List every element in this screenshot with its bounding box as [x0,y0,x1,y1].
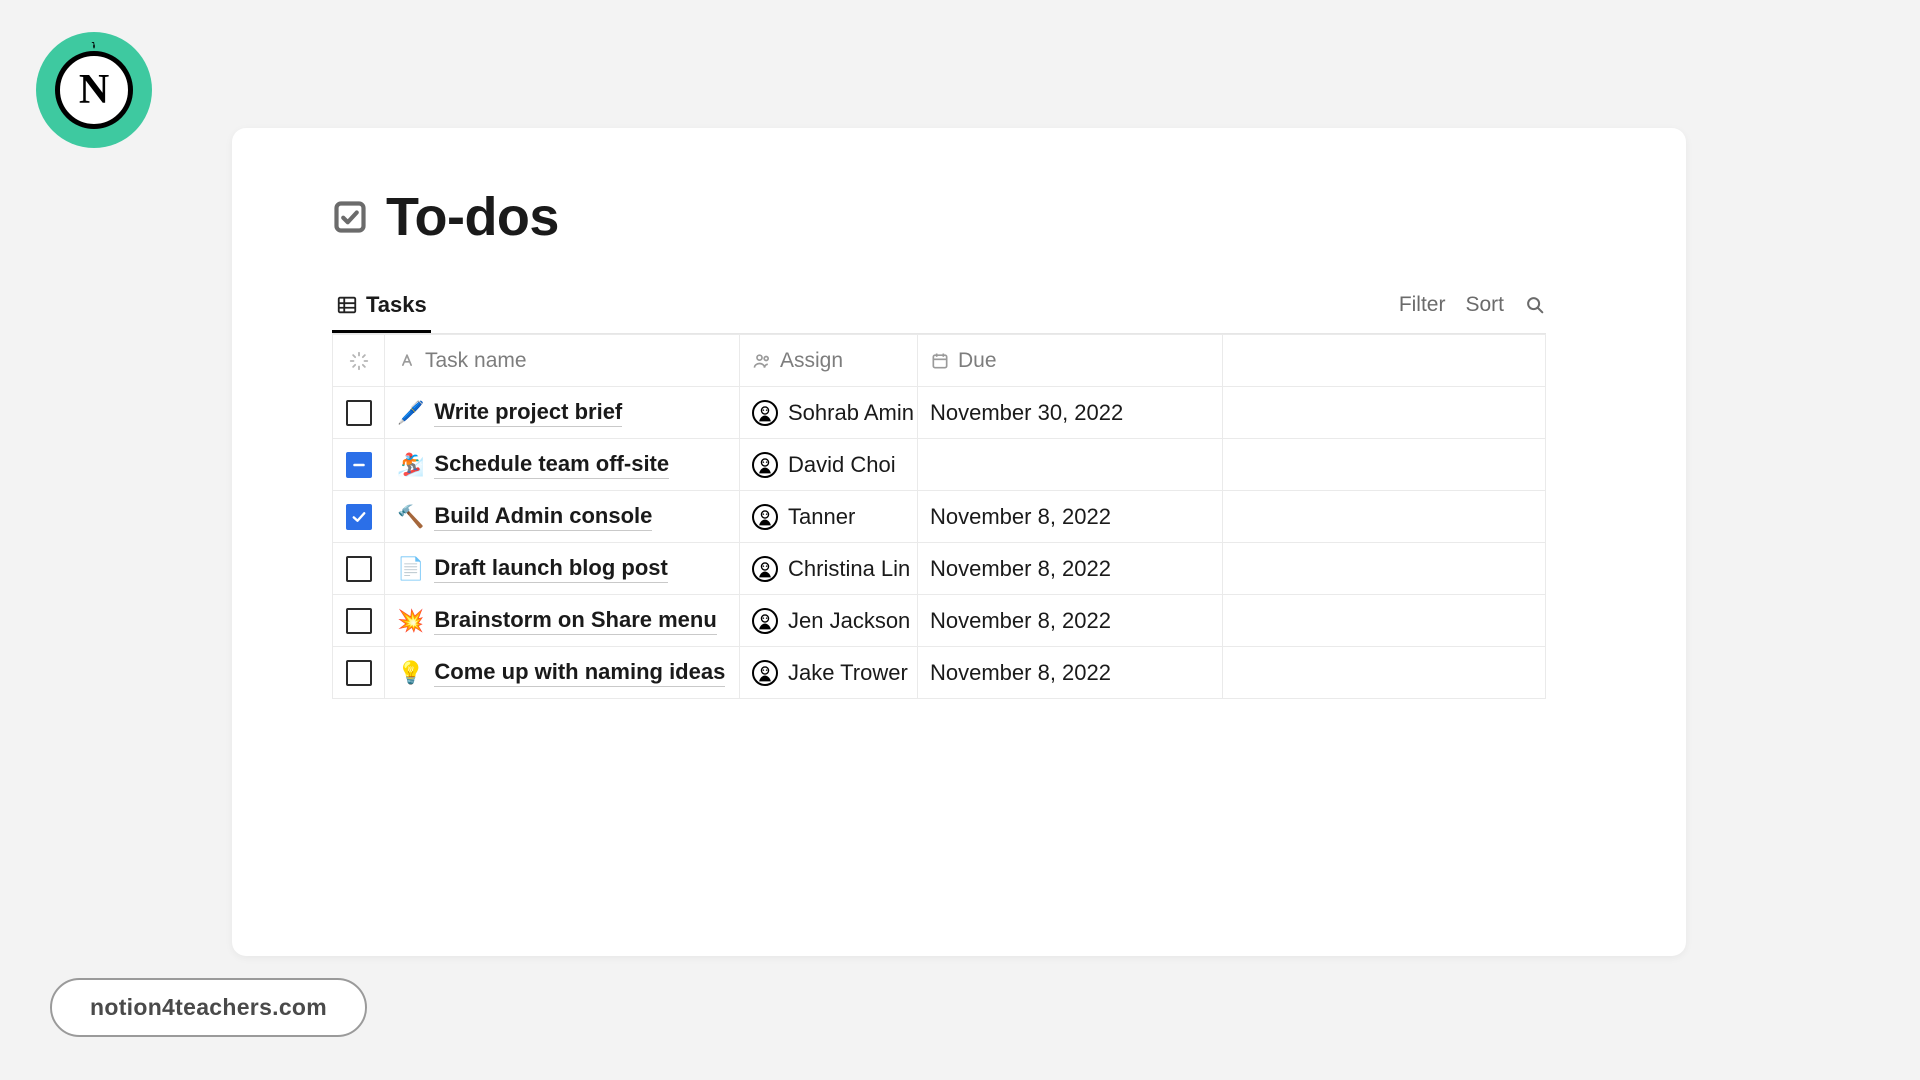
due-date: November 8, 2022 [930,556,1111,581]
avatar [752,660,778,686]
extra-cell[interactable] [1223,647,1546,699]
extra-cell[interactable] [1223,595,1546,647]
avatar [752,556,778,582]
tasks-table: Task name Assign [332,334,1546,699]
logo-letter: N [79,66,109,114]
task-emoji-icon: 🏂 [397,452,424,478]
brand-logo: N [36,32,152,148]
task-cell[interactable]: 🔨 Build Admin console [385,491,740,543]
table-icon [336,294,358,316]
due-cell[interactable]: November 8, 2022 [918,595,1223,647]
main-card: To-dos Tasks Filter Sort [232,128,1686,956]
assignee-name: Tanner [788,504,855,530]
task-title: Come up with naming ideas [434,659,725,687]
row-checkbox[interactable] [346,556,372,582]
row-checkbox[interactable] [346,400,372,426]
page-title: To-dos [386,186,559,248]
search-icon[interactable] [1524,294,1546,316]
task-cell[interactable]: 📄 Draft launch blog post [385,543,740,595]
avatar [752,608,778,634]
row-checkbox[interactable] [346,660,372,686]
assign-cell[interactable]: Sohrab Amin [740,387,918,439]
row-checkbox[interactable] [346,452,372,478]
task-title: Write project brief [434,399,622,427]
assign-cell[interactable]: David Choi [740,439,918,491]
row-checkbox[interactable] [346,504,372,530]
avatar [752,452,778,478]
row-checkbox[interactable] [346,608,372,634]
calendar-icon [930,351,950,371]
due-date: November 8, 2022 [930,504,1111,529]
assign-cell[interactable]: Jake Trower [740,647,918,699]
task-title: Schedule team off-site [434,451,669,479]
assignee-name: Christina Lin [788,556,910,582]
column-task-name[interactable]: Task name [385,335,740,387]
due-date: November 8, 2022 [930,608,1111,633]
text-icon [397,351,417,371]
assign-cell[interactable]: Jen Jackson [740,595,918,647]
page-header: To-dos [332,186,1546,248]
view-toolbar: Tasks Filter Sort [332,284,1546,334]
table-row[interactable]: 🔨 Build Admin console Tanner November 8, 20… [333,491,1546,543]
task-cell[interactable]: 💥 Brainstorm on Share menu [385,595,740,647]
status-loading-icon [348,350,370,372]
site-badge: notion4teachers.com [50,978,367,1037]
task-title: Build Admin console [434,503,652,531]
due-cell[interactable] [918,439,1223,491]
due-date: November 30, 2022 [930,400,1123,425]
tab-label: Tasks [366,292,427,318]
filter-button[interactable]: Filter [1399,293,1446,317]
task-emoji-icon: 📄 [397,556,424,582]
avatar [752,400,778,426]
task-cell[interactable]: 🏂 Schedule team off-site [385,439,740,491]
extra-cell[interactable] [1223,387,1546,439]
due-cell[interactable]: November 30, 2022 [918,387,1223,439]
task-cell[interactable]: 💡 Come up with naming ideas [385,647,740,699]
leaf-icon [85,42,103,60]
assignee-name: Jake Trower [788,660,908,686]
task-emoji-icon: 💡 [397,660,424,686]
extra-cell[interactable] [1223,439,1546,491]
column-status[interactable] [333,335,385,387]
due-cell[interactable]: November 8, 2022 [918,491,1223,543]
table-row[interactable]: 💥 Brainstorm on Share menu Jen Jackson Nove… [333,595,1546,647]
due-date: November 8, 2022 [930,660,1111,685]
task-emoji-icon: 🔨 [397,504,424,530]
tab-tasks[interactable]: Tasks [332,284,431,333]
due-cell[interactable]: November 8, 2022 [918,543,1223,595]
assignee-name: Jen Jackson [788,608,910,634]
assign-cell[interactable]: Christina Lin [740,543,918,595]
task-title: Draft launch blog post [434,555,667,583]
task-cell[interactable]: 🖊️ Write project brief [385,387,740,439]
table-row[interactable]: 🏂 Schedule team off-site David Choi [333,439,1546,491]
checkbox-page-icon [332,199,368,235]
table-row[interactable]: 📄 Draft launch blog post Christina Lin Nove… [333,543,1546,595]
assign-cell[interactable]: Tanner [740,491,918,543]
column-due[interactable]: Due [918,335,1223,387]
task-emoji-icon: 💥 [397,608,424,634]
task-emoji-icon: 🖊️ [397,400,424,426]
table-row[interactable]: 🖊️ Write project brief Sohrab Amin November… [333,387,1546,439]
assignee-name: David Choi [788,452,896,478]
due-cell[interactable]: November 8, 2022 [918,647,1223,699]
assignee-name: Sohrab Amin [788,400,914,426]
extra-cell[interactable] [1223,491,1546,543]
sort-button[interactable]: Sort [1465,293,1504,317]
task-title: Brainstorm on Share menu [434,607,716,635]
column-extra[interactable] [1223,335,1546,387]
column-assign[interactable]: Assign [740,335,918,387]
people-icon [752,351,772,371]
table-row[interactable]: 💡 Come up with naming ideas Jake Trower Nov… [333,647,1546,699]
extra-cell[interactable] [1223,543,1546,595]
avatar [752,504,778,530]
